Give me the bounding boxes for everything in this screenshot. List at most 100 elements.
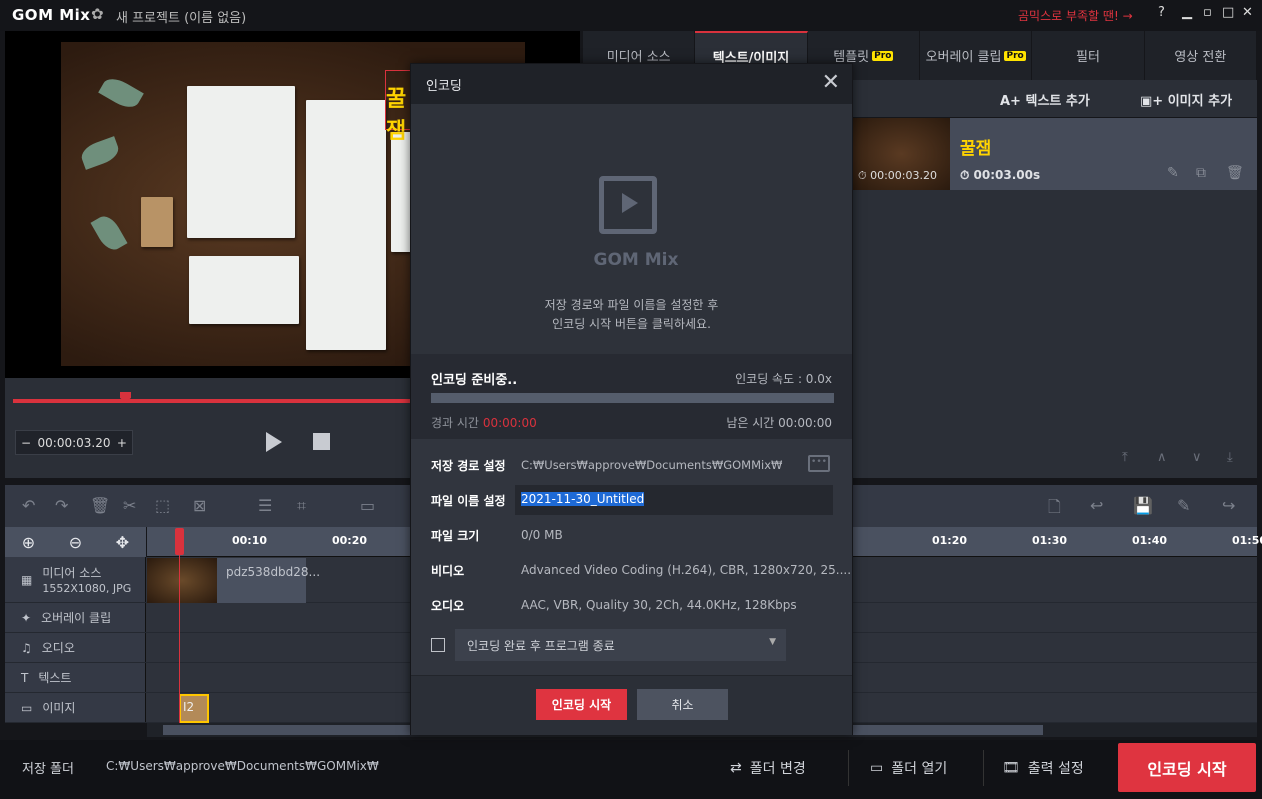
exit-option-select[interactable]: 인코딩 완료 후 프로그램 종료 ▼	[455, 629, 786, 661]
progress-section: 인코딩 준비중.. 인코딩 속도 : 0.0x 경과 시간 00:00:00 남…	[411, 354, 852, 439]
thumb-time: ⏱ 00:00:03.20	[858, 169, 937, 182]
dialog-start-button[interactable]: 인코딩 시작	[536, 689, 627, 720]
remaining-time: 남은 시간 00:00:00	[726, 416, 832, 430]
start-encoding-button[interactable]: 인코딩 시작	[1118, 743, 1256, 792]
text-icon: T	[21, 670, 29, 685]
new-project-icon[interactable]: 🗋	[1048, 496, 1061, 523]
move-down-icon[interactable]: ∨	[1192, 450, 1202, 465]
item-duration: ⏱ 00:03.00s	[960, 168, 1041, 182]
image-icon: ▭	[21, 700, 33, 715]
close-icon[interactable]: ✕	[1242, 5, 1253, 20]
sparkle-icon: ✦	[21, 610, 32, 625]
filesize-value: 0/0 MB	[521, 528, 563, 542]
browse-folder-icon[interactable]: •••	[808, 455, 830, 472]
tab-transition[interactable]: 영상 전환	[1145, 31, 1257, 80]
folder-icon: ▭	[870, 760, 884, 776]
encoding-speed: 인코딩 속도 : 0.0x	[735, 372, 832, 386]
help-button[interactable]: ?	[1158, 5, 1165, 20]
add-image-icon: ▣+	[1140, 94, 1164, 109]
film-gear-icon: 🎞	[1002, 760, 1020, 776]
restore-button[interactable]: ▫	[1203, 5, 1212, 20]
playhead[interactable]	[175, 528, 184, 555]
filename-input[interactable]: 2021-11-30_Untitled	[515, 485, 833, 515]
minimize-button[interactable]: ▁	[1182, 5, 1192, 20]
dialog-cancel-button[interactable]: 취소	[637, 689, 728, 720]
change-folder-icon: ⇄	[730, 760, 742, 776]
crop-play-icon	[599, 176, 657, 234]
output-settings-button[interactable]: 🎞 출력 설정	[1002, 758, 1084, 778]
move-top-icon[interactable]: ⤒	[1122, 450, 1128, 465]
dialog-title: 인코딩	[411, 64, 852, 104]
video-value: Advanced Video Coding (H.264), CBR, 1280…	[521, 563, 852, 577]
tab-filter[interactable]: 필터	[1032, 31, 1145, 80]
clip-thumbnail	[147, 558, 217, 603]
clip-name: pdz538dbd28...	[226, 565, 321, 579]
tick-label: 00:10	[232, 534, 268, 547]
open-project-icon[interactable]: ↩	[1090, 496, 1103, 515]
music-icon: ♫	[21, 640, 32, 655]
chevron-down-icon: ▼	[769, 637, 776, 647]
save-as-icon[interactable]: ✎	[1177, 496, 1190, 515]
duplicate-icon[interactable]: ⧉	[1196, 165, 1206, 181]
gear-icon[interactable]: ✿	[91, 5, 104, 23]
elapsed-time: 경과 시간 00:00:00	[431, 416, 537, 430]
tick-label: 00:20	[332, 534, 368, 547]
project-title: 새 프로젝트 (이름 없음)	[116, 11, 247, 26]
item-title: 꿀잼	[960, 139, 992, 159]
adjust-icon[interactable]: ☰	[258, 496, 272, 515]
zoom-in-icon[interactable]: ⊕	[22, 533, 35, 552]
playhead-line	[179, 540, 180, 723]
gom-mix-logo: GOM Mix	[593, 250, 679, 270]
open-folder-button[interactable]: ▭ 폴더 열기	[870, 758, 947, 778]
redo-icon[interactable]: ↷	[55, 496, 68, 515]
encoding-dialog: 인코딩 ✕ GOM Mix 저장 경로와 파일 이름을 설정한 후 인코딩 시작 …	[410, 63, 853, 735]
film-icon: ▦	[21, 572, 33, 587]
delete-icon[interactable]: 🗑	[90, 496, 110, 515]
add-image-button[interactable]: ▣+ 이미지 추가	[1140, 90, 1232, 109]
add-text-button[interactable]: A+ 텍스트 추가	[1000, 90, 1090, 109]
tick-label: 01:50	[1232, 534, 1262, 547]
save-folder-path: C:₩Users₩approve₩Documents₩GOMMix₩	[106, 759, 379, 773]
tick-label: 01:30	[1032, 534, 1068, 547]
edit-icon[interactable]: ✎	[1167, 165, 1179, 181]
current-time: 00:00:03.20	[37, 435, 111, 450]
cut-icon[interactable]: ✂	[123, 496, 136, 515]
crop-icon[interactable]: ⌗	[297, 496, 306, 516]
time-stepper[interactable]: −00:00:03.20 +	[15, 430, 133, 455]
zoom-out-icon[interactable]: ⊖	[69, 533, 82, 552]
tab-overlay-clip[interactable]: 오버레이 클립 Pro	[920, 31, 1033, 80]
stop-button[interactable]	[313, 433, 330, 450]
save-icon[interactable]: 💾	[1133, 496, 1153, 515]
change-folder-button[interactable]: ⇄ 폴더 변경	[730, 758, 806, 778]
exit-after-checkbox[interactable]	[431, 638, 445, 652]
close-icon[interactable]: ✕	[822, 70, 840, 95]
export-icon[interactable]: ↪	[1222, 496, 1235, 515]
pro-badge: Pro	[1004, 50, 1026, 61]
path-label: 저장 경로 설정	[431, 459, 506, 473]
zoom-controls: ⊕ ⊖ ✥	[5, 527, 146, 557]
play-button[interactable]	[266, 432, 282, 452]
promo-link[interactable]: 곰믹스로 부족할 땐! →	[1018, 7, 1133, 24]
undo-icon[interactable]: ↶	[22, 496, 35, 515]
move-bottom-icon[interactable]: ⤓	[1227, 450, 1233, 465]
fit-icon[interactable]: ✥	[116, 533, 129, 552]
encoding-status: 인코딩 준비중..	[431, 373, 518, 388]
remove-selection-icon[interactable]: ⊠	[193, 496, 206, 515]
audio-label: 오디오	[431, 599, 465, 613]
plus-icon[interactable]: +	[117, 436, 127, 450]
minus-icon[interactable]: −	[21, 436, 31, 450]
dialog-hint: 저장 경로와 파일 이름을 설정한 후 인코딩 시작 버튼을 클릭하세요.	[544, 298, 719, 331]
pro-badge: Pro	[872, 50, 894, 61]
image-icon[interactable]: ▭	[360, 496, 375, 515]
image-clip[interactable]: I2	[179, 694, 209, 723]
audio-value: AAC, VBR, Quality 30, 2Ch, 44.0KHz, 128K…	[521, 598, 797, 612]
trash-icon[interactable]: 🗑	[1226, 165, 1244, 181]
path-value: C:₩Users₩approve₩Documents₩GOMMix₩	[521, 458, 783, 472]
save-folder-label: 저장 폴더	[22, 762, 74, 777]
dialog-preview: GOM Mix 저장 경로와 파일 이름을 설정한 후 인코딩 시작 버튼을 클릭…	[411, 104, 852, 354]
dialog-footer	[411, 675, 852, 735]
video-label: 비디오	[431, 564, 465, 578]
move-up-icon[interactable]: ∧	[1157, 450, 1167, 465]
select-icon[interactable]: ⬚	[155, 496, 170, 515]
maximize-button[interactable]: □	[1222, 5, 1234, 20]
